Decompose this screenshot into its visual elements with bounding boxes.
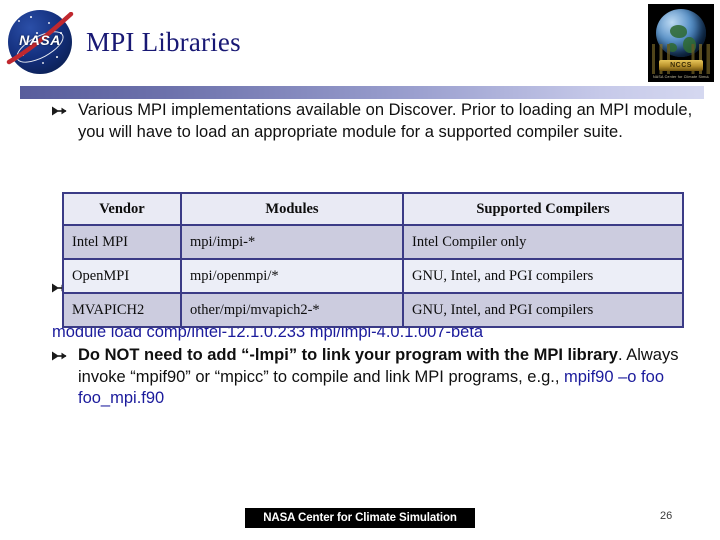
table-row: Intel MPI mpi/impi-* Intel Compiler only — [62, 224, 684, 260]
nccs-subtitle: NASA Center for Climate Simulation — [653, 75, 709, 79]
slide-header: NASA MPI Libraries NCCS NASA Center for … — [0, 0, 720, 84]
nasa-logo: NASA — [6, 6, 78, 78]
column-header-compilers: Supported Compilers — [402, 192, 684, 226]
cell-modules: mpi/openmpi/* — [180, 258, 404, 294]
nasa-logo-wordmark: NASA — [19, 32, 61, 48]
column-header-vendor: Vendor — [62, 192, 182, 226]
bullet-item-linking: Do NOT need to add “-lmpi” to link your … — [0, 345, 720, 410]
mpi-libraries-table: Vendor Modules Supported Compilers Intel… — [62, 192, 684, 328]
table-header-row: Vendor Modules Supported Compilers — [62, 192, 684, 226]
nccs-wordmark: NCCS — [659, 60, 703, 71]
bullet-item-intro: Various MPI implementations available on… — [0, 100, 720, 143]
bullet-text-linking-bold: Do NOT need to add “-lmpi” to link your … — [78, 346, 618, 364]
cell-compilers: GNU, Intel, and PGI compilers — [402, 258, 684, 294]
nccs-logo: NCCS NASA Center for Climate Simulation — [648, 4, 714, 82]
title-divider — [20, 86, 704, 99]
page-number: 26 — [660, 510, 673, 522]
cell-compilers: Intel Compiler only — [402, 224, 684, 260]
bullet-text-intro: Various MPI implementations available on… — [78, 101, 693, 141]
table-row: OpenMPI mpi/openmpi/* GNU, Intel, and PG… — [62, 258, 684, 294]
arrow-bullet-icon — [52, 350, 68, 364]
nccs-footer-banner: NASA Center for Climate Simulation — [245, 508, 475, 528]
mpi-libraries-table-wrapper: Vendor Modules Supported Compilers Intel… — [62, 192, 684, 328]
page-title: MPI Libraries — [86, 27, 241, 57]
table-row: MVAPICH2 other/mpi/mvapich2-* GNU, Intel… — [62, 292, 684, 328]
cell-vendor: Intel MPI — [62, 224, 182, 260]
cell-compilers: GNU, Intel, and PGI compilers — [402, 292, 684, 328]
arrow-bullet-icon — [52, 105, 68, 119]
column-header-modules: Modules — [180, 192, 404, 226]
cell-vendor: OpenMPI — [62, 258, 182, 294]
cell-modules: other/mpi/mvapich2-* — [180, 292, 404, 328]
cell-modules: mpi/impi-* — [180, 224, 404, 260]
cell-vendor: MVAPICH2 — [62, 292, 182, 328]
